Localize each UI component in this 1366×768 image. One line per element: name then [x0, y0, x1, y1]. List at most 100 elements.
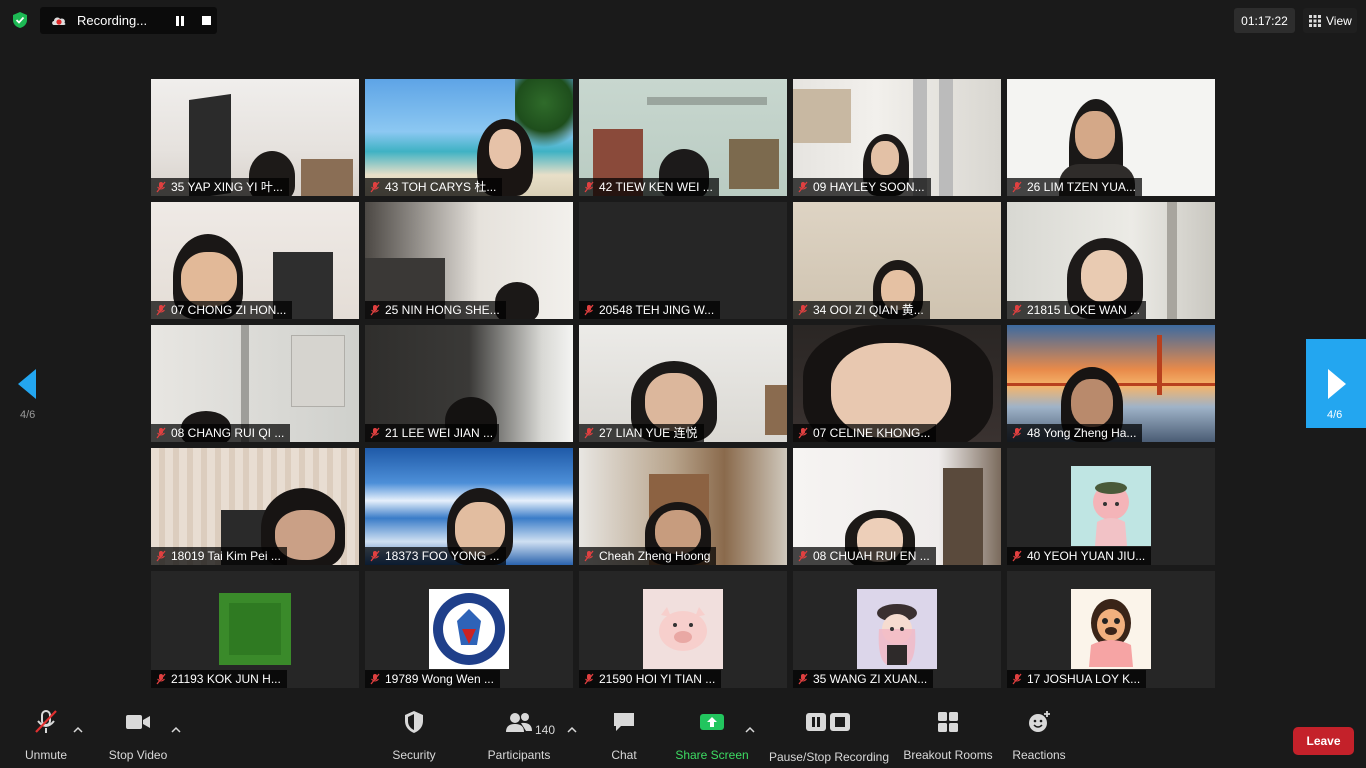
- participant-tile[interactable]: 48 Yong Zheng Ha...: [1007, 325, 1215, 442]
- stop-video-button[interactable]: Stop Video: [104, 704, 172, 762]
- participant-tile[interactable]: 07 CELINE KHONG...: [793, 325, 1001, 442]
- shield-icon: [405, 711, 423, 733]
- video-camera-icon: [126, 715, 150, 729]
- participants-count: 140: [535, 723, 556, 737]
- participant-name-tag: 07 CHONG ZI HON...: [151, 301, 293, 319]
- pause-stop-recording-button[interactable]: Pause/Stop Recording: [768, 704, 890, 764]
- participant-tile[interactable]: 18019 Tai Kim Pei ...: [151, 448, 359, 565]
- stop-recording-icon[interactable]: [201, 15, 212, 26]
- participant-name-tag: 43 TOH CARYS 杜...: [365, 178, 503, 196]
- participant-tile[interactable]: 21193 KOK JUN H...: [151, 571, 359, 688]
- breakout-rooms-button[interactable]: Breakout Rooms: [902, 704, 994, 762]
- muted-mic-icon: [370, 181, 380, 193]
- participant-tile[interactable]: 26 LIM TZEN YUA...: [1007, 79, 1215, 196]
- video-options-chevron-icon[interactable]: [171, 726, 181, 734]
- reactions-button[interactable]: Reactions: [1010, 704, 1068, 762]
- participant-name-tag: 21815 LOKE WAN ...: [1007, 301, 1146, 319]
- muted-mic-icon: [798, 673, 808, 685]
- recording-indicator: Recording...: [40, 7, 217, 34]
- participant-tile[interactable]: 08 CHANG RUI QI ...: [151, 325, 359, 442]
- pause-stop-recording-icon: [806, 713, 850, 731]
- participants-label: Participants: [487, 748, 551, 762]
- participant-name-tag: 25 NIN HONG SHE...: [365, 301, 506, 319]
- chat-label: Chat: [611, 748, 637, 762]
- participant-name-tag: 48 Yong Zheng Ha...: [1007, 424, 1143, 442]
- chat-button[interactable]: Chat: [604, 704, 644, 762]
- security-label: Security: [392, 748, 436, 762]
- participant-tile[interactable]: 21 LEE WEI JIAN ...: [365, 325, 573, 442]
- participant-name-tag: 08 CHANG RUI QI ...: [151, 424, 291, 442]
- muted-mic-icon: [370, 304, 380, 316]
- participant-tile[interactable]: 40 YEOH YUAN JIU...: [1007, 448, 1215, 565]
- breakout-rooms-label: Breakout Rooms: [903, 748, 993, 762]
- participant-tile[interactable]: 18373 FOO YONG ...: [365, 448, 573, 565]
- participant-tile[interactable]: 08 CHUAH RUI EN ...: [793, 448, 1001, 565]
- share-screen-label: Share Screen: [675, 748, 749, 762]
- muted-mic-icon: [1012, 673, 1022, 685]
- muted-mic-icon: [370, 673, 380, 685]
- participant-name-tag: 17 JOSHUA LOY K...: [1007, 670, 1147, 688]
- share-options-chevron-icon[interactable]: [745, 726, 755, 734]
- participant-name-tag: 18373 FOO YONG ...: [365, 547, 506, 565]
- previous-page-button[interactable]: 4/6: [18, 369, 42, 425]
- participant-tile[interactable]: 09 HAYLEY SOON...: [793, 79, 1001, 196]
- muted-mic-icon: [798, 304, 808, 316]
- participants-icon: [506, 713, 532, 732]
- pause-recording-icon[interactable]: [173, 14, 187, 28]
- muted-mic-icon: [1012, 304, 1022, 316]
- grid-view-icon: [1309, 14, 1321, 27]
- next-page-button[interactable]: 4/6: [1306, 339, 1366, 428]
- participant-tile[interactable]: Cheah Zheng Hoong: [579, 448, 787, 565]
- pause-stop-recording-label: Pause/Stop Recording: [768, 750, 890, 764]
- anime-girl-avatar-image: [857, 589, 937, 669]
- muted-mic-icon: [370, 427, 380, 439]
- participant-name-tag: 34 OOI ZI QIAN 黄...: [793, 301, 930, 319]
- participant-name-tag: 21193 KOK JUN H...: [151, 670, 287, 688]
- participant-tile[interactable]: 42 TIEW KEN WEI ...: [579, 79, 787, 196]
- participant-tile[interactable]: 43 TOH CARYS 杜...: [365, 79, 573, 196]
- muted-mic-icon: [156, 427, 166, 439]
- participant-name-tag: 21590 HOI YI TIAN ...: [579, 670, 722, 688]
- security-button[interactable]: Security: [388, 704, 440, 762]
- muted-mic-icon: [1012, 550, 1022, 562]
- participants-options-chevron-icon[interactable]: [567, 726, 577, 734]
- page-indicator: 4/6: [1327, 409, 1343, 421]
- leave-button[interactable]: Leave: [1293, 727, 1354, 755]
- participant-tile[interactable]: 07 CHONG ZI HON...: [151, 202, 359, 319]
- unmute-button[interactable]: Unmute: [20, 704, 72, 762]
- cartoon-character-avatar-image: [1071, 589, 1151, 669]
- participant-name-tag: 07 CELINE KHONG...: [793, 424, 937, 442]
- participant-tile[interactable]: 25 NIN HONG SHE...: [365, 202, 573, 319]
- participant-tile[interactable]: 27 LIAN YUE 连悦: [579, 325, 787, 442]
- muted-mic-icon: [798, 427, 808, 439]
- muted-mic-icon: [584, 550, 594, 562]
- participant-name-tag: 35 YAP XING YI 叶...: [151, 178, 289, 196]
- participant-tile[interactable]: 21815 LOKE WAN ...: [1007, 202, 1215, 319]
- muted-mic-icon: [1012, 181, 1022, 193]
- view-button[interactable]: View: [1303, 8, 1357, 33]
- participant-tile[interactable]: 35 YAP XING YI 叶...: [151, 79, 359, 196]
- reactions-smiley-icon: [1029, 711, 1050, 732]
- share-screen-button[interactable]: Share Screen: [675, 704, 749, 762]
- participant-name-tag: 27 LIAN YUE 连悦: [579, 424, 704, 442]
- participant-tile[interactable]: 19789 Wong Wen ...: [365, 571, 573, 688]
- muted-mic-icon: [584, 673, 594, 685]
- cloud-recording-icon: [52, 16, 66, 25]
- arrow-right-icon: [1328, 369, 1346, 399]
- participant-name-tag: 20548 TEH JING W...: [579, 301, 721, 319]
- participant-tile[interactable]: 21590 HOI YI TIAN ...: [579, 571, 787, 688]
- muted-mic-icon: [156, 304, 166, 316]
- muted-mic-icon: [156, 673, 166, 685]
- meeting-timer: 01:17:22: [1234, 8, 1295, 33]
- anime-avatar-image: [1071, 466, 1151, 546]
- security-shield-icon[interactable]: [10, 10, 30, 30]
- participant-tile[interactable]: 35 WANG ZI XUAN...: [793, 571, 1001, 688]
- participant-name-tag: 40 YEOH YUAN JIU...: [1007, 547, 1152, 565]
- participant-tile[interactable]: 17 JOSHUA LOY K...: [1007, 571, 1215, 688]
- participant-tile[interactable]: 34 OOI ZI QIAN 黄...: [793, 202, 1001, 319]
- participant-name-tag: 19789 Wong Wen ...: [365, 670, 500, 688]
- participant-tile[interactable]: 20548 TEH JING W...: [579, 202, 787, 319]
- audio-options-chevron-icon[interactable]: [73, 726, 83, 734]
- muted-mic-icon: [798, 181, 808, 193]
- stop-video-label: Stop Video: [108, 748, 168, 762]
